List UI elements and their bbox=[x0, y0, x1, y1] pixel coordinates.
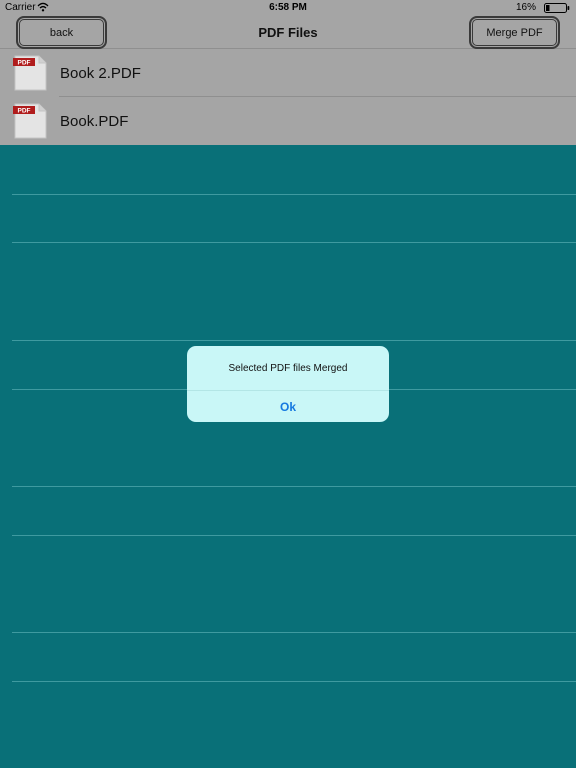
list-separator bbox=[12, 535, 576, 536]
list-separator bbox=[12, 340, 576, 341]
file-name: Book.PDF bbox=[60, 113, 129, 130]
list-separator bbox=[12, 242, 576, 243]
list-separator bbox=[12, 486, 576, 487]
status-time: 6:58 PM bbox=[269, 2, 307, 13]
file-row[interactable]: PDF Book.PDF bbox=[0, 97, 576, 145]
ok-button[interactable]: Ok bbox=[187, 391, 389, 422]
alert-message: Selected PDF files Merged bbox=[228, 363, 348, 374]
battery-percent: 16% bbox=[515, 2, 536, 13]
list-separator bbox=[12, 632, 576, 633]
alert-dialog: Selected PDF files Merged Ok bbox=[187, 346, 389, 422]
navigation-bar: back PDF Files Merge PDF bbox=[0, 16, 576, 49]
file-name: Book 2.PDF bbox=[60, 65, 141, 82]
merge-pdf-button[interactable]: Merge PDF bbox=[469, 16, 560, 49]
list-separator bbox=[12, 194, 576, 195]
status-bar: Carrier 6:58 PM 16% bbox=[0, 0, 576, 16]
svg-text:PDF: PDF bbox=[18, 60, 31, 67]
pdf-file-icon: PDF bbox=[13, 55, 47, 91]
list-separator bbox=[12, 681, 576, 682]
battery-icon bbox=[544, 3, 570, 13]
screen: Carrier 6:58 PM 16% back PDF Files Merge… bbox=[0, 0, 576, 768]
svg-text:PDF: PDF bbox=[18, 108, 31, 115]
pdf-file-icon: PDF bbox=[13, 103, 47, 139]
file-row[interactable]: PDF Book 2.PDF bbox=[0, 49, 576, 97]
